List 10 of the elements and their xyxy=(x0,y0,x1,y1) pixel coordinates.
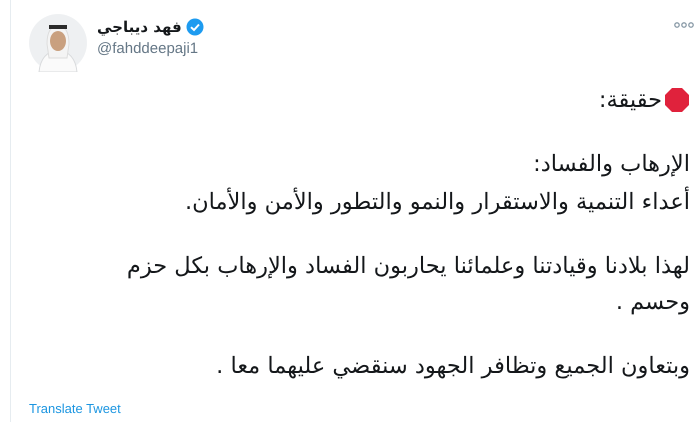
tweet-text: لهذا بلادنا وقيادتنا وعلمائنا يحاربون الفساد والإرهاب بكل حزم وحسم . xyxy=(126,252,690,317)
tweet-text: حقيقة: xyxy=(598,86,662,115)
more-options-icon[interactable] xyxy=(674,22,694,28)
translate-tweet-link[interactable]: Translate Tweet xyxy=(29,401,121,416)
avatar[interactable] xyxy=(29,14,87,72)
tweet-text: أعداء التنمية والاستقرار والنمو والتطور والأمن والأمان. xyxy=(184,184,690,220)
author-name[interactable]: فهد ديباجي xyxy=(97,18,182,36)
author-handle[interactable]: @fahddeepaji1 xyxy=(97,40,664,57)
tweet-text: الإرهاب والفساد: xyxy=(533,150,690,179)
tweet-text: وبتعاون الجميع وتظافر الجهود سنقضي عليهما معا . xyxy=(216,352,690,381)
